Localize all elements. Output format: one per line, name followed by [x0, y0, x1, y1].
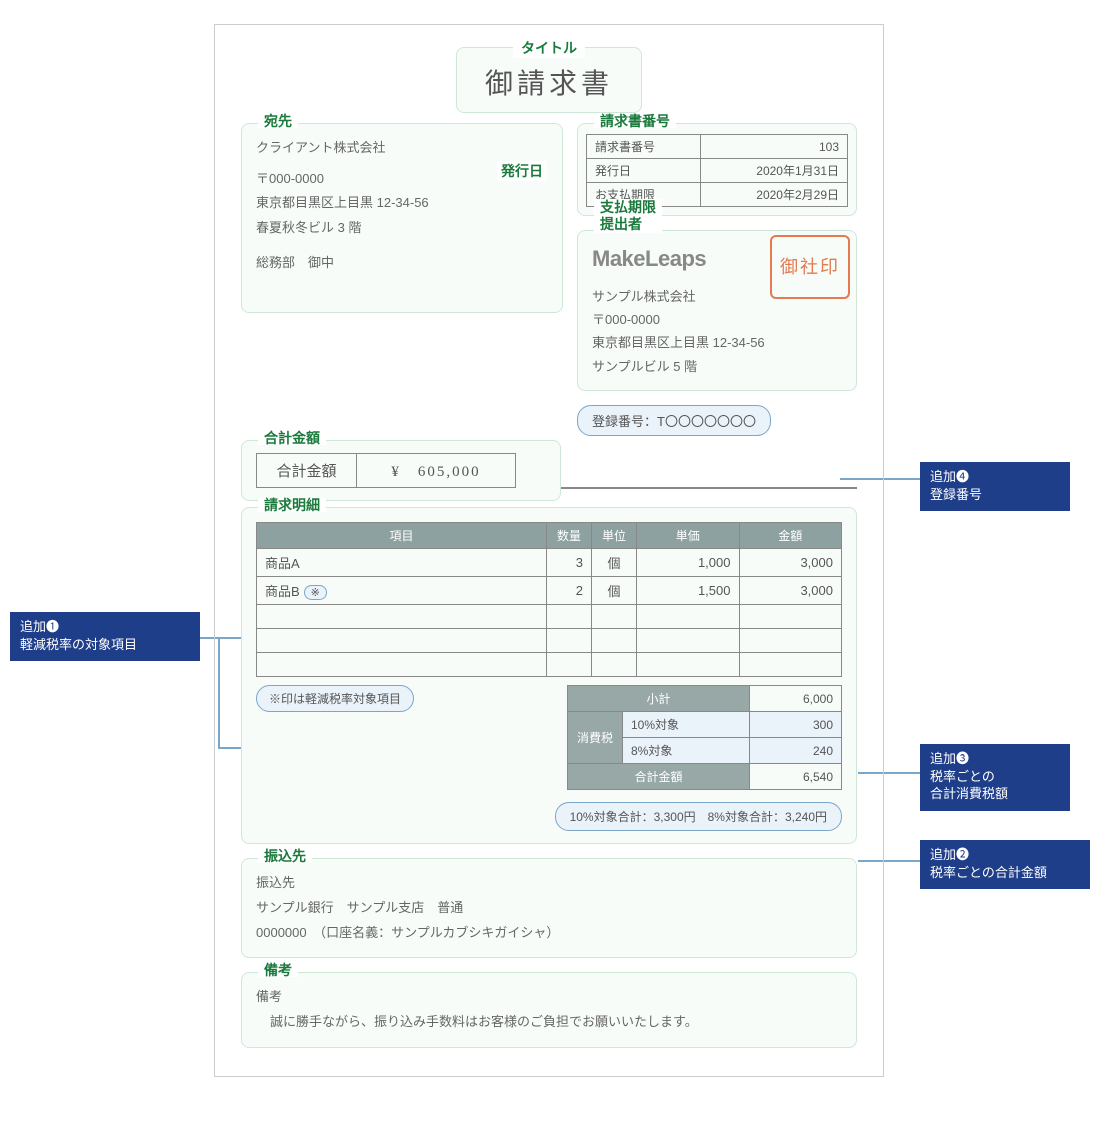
callout-1-title: 追加❶: [20, 619, 59, 634]
tax10-v: 300: [750, 712, 842, 738]
total-v: 6,540: [750, 764, 842, 790]
issuer-section: 支払期限 提出者 MakeLeaps 御社印 サンプル株式会社 〒000-000…: [577, 230, 857, 391]
rate-totals: 10%対象合計：3,300円 8%対象合計：3,240円: [555, 802, 842, 831]
tax8-v: 240: [750, 738, 842, 764]
remarks-body: 誠に勝手ながら、振り込み手数料はお客様のご負担でお願いいたします。: [256, 1010, 842, 1035]
col-qty: 数量: [547, 523, 592, 549]
recipient-attn: 総務部 御中: [256, 251, 548, 276]
col-amount: 金額: [739, 523, 842, 549]
bank-section: 振込先 振込先 サンプル銀行 サンプル支店 普通 0000000 （口座名義：サ…: [241, 858, 857, 958]
table-row: 商品B ※ 2 個 1,500 3,000: [257, 577, 842, 605]
recipient-company: クライアント株式会社: [256, 136, 548, 161]
company-stamp: 御社印: [770, 235, 850, 299]
item-qty: 2: [547, 577, 592, 605]
item-name: 商品B: [265, 584, 300, 599]
reduced-tax-note: ※印は軽減税率対象項目: [256, 685, 414, 712]
meta-k1: 発行日: [587, 159, 701, 183]
item-qty: 3: [547, 549, 592, 577]
tax8-k: 8%対象: [623, 738, 750, 764]
tax-label: 消費税: [568, 712, 623, 764]
table-row: [257, 629, 842, 653]
grand-total-label: 合計金額: [258, 431, 326, 445]
line-items-section: 請求明細 項目 数量 単位 単価 金額 商品A 3 個 1,000: [241, 507, 857, 844]
table-row: [257, 605, 842, 629]
callout-2-text: 税率ごとの合計金額: [930, 865, 1047, 880]
col-name: 項目: [257, 523, 547, 549]
tax10-k: 10%対象: [623, 712, 750, 738]
recipient-section-label: 宛先: [258, 114, 298, 128]
invoice-document: タイトル 御請求書 宛先 クライアント株式会社 〒000-0000 東京都目黒区…: [214, 24, 884, 1077]
bank-section-label: 振込先: [258, 849, 312, 863]
bank-line2: 0000000 （口座名義：サンプルカブシキガイシャ）: [256, 921, 842, 946]
meta-section-label: 請求書番号: [594, 114, 676, 128]
due-label: 支払期限: [600, 199, 656, 215]
document-title: 御請求書: [485, 62, 613, 102]
remarks-section-label: 備考: [258, 963, 298, 977]
bank-heading: 振込先: [256, 871, 842, 896]
callout-3: 追加❸ 税率ごとの 合計消費税額: [920, 744, 1070, 811]
title-section: タイトル 御請求書: [456, 47, 642, 113]
reduced-tax-mark: ※: [304, 585, 327, 600]
line-items-label: 請求明細: [258, 498, 326, 512]
grand-total-section: 合計金額 合計金額 ¥ 605,000: [241, 440, 561, 501]
total-k: 合計金額: [568, 764, 750, 790]
issuer-section-labels: 支払期限 提出者: [594, 199, 662, 233]
grand-total-v: ¥ 605,000: [357, 454, 516, 488]
remarks-heading: 備考: [256, 985, 842, 1010]
bank-line1: サンプル銀行 サンプル支店 普通: [256, 896, 842, 921]
subtotal-v: 6,000: [750, 686, 842, 712]
meta-v0: 103: [700, 135, 847, 159]
item-unit: 個: [592, 577, 637, 605]
registration-number: 登録番号：T〇〇〇〇〇〇〇: [577, 405, 771, 436]
callout-4-text: 登録番号: [930, 487, 982, 502]
remarks-section: 備考 備考 誠に勝手ながら、振り込み手数料はお客様のご負担でお願いいたします。: [241, 972, 857, 1047]
item-price: 1,500: [637, 577, 740, 605]
grand-total-k: 合計金額: [257, 454, 357, 488]
recipient-addr2: 春夏秋冬ビル 3 階: [256, 216, 548, 241]
meta-v1: 2020年1月31日: [700, 159, 847, 183]
callout-4: 追加❹ 登録番号: [920, 462, 1070, 511]
callout-4-title: 追加❹: [930, 469, 969, 484]
meta-v2: 2020年2月29日: [700, 183, 847, 207]
table-row: 商品A 3 個 1,000 3,000: [257, 549, 842, 577]
recipient-addr1: 東京都目黒区上目黒 12-34-56: [256, 191, 548, 216]
meta-k0: 請求書番号: [587, 135, 701, 159]
item-price: 1,000: [637, 549, 740, 577]
issue-date-side-label: 発行日: [497, 161, 547, 181]
callout-3-text: 税率ごとの: [930, 769, 995, 784]
subtotal-k: 小計: [568, 686, 750, 712]
callout-1: 追加❶ 軽減税率の対象項目: [10, 612, 200, 661]
issuer-addr1: 東京都目黒区上目黒 12-34-56: [592, 331, 842, 354]
callout-1-text: 軽減税率の対象項目: [20, 637, 137, 652]
recipient-section: 宛先 クライアント株式会社 〒000-0000 東京都目黒区上目黒 12-34-…: [241, 123, 563, 313]
item-name: 商品A: [265, 556, 300, 571]
issuer-label: 提出者: [600, 216, 642, 232]
title-section-label: タイトル: [513, 38, 585, 58]
issuer-postal: 〒000-0000: [592, 308, 842, 331]
item-amount: 3,000: [739, 577, 842, 605]
callout-3-title: 追加❸: [930, 751, 969, 766]
callout-2: 追加❷ 税率ごとの合計金額: [920, 840, 1090, 889]
item-amount: 3,000: [739, 549, 842, 577]
meta-table: 請求書番号103 発行日2020年1月31日 お支払期限2020年2月29日: [586, 134, 848, 207]
table-row: [257, 653, 842, 677]
totals-table: 小計 6,000 消費税 10%対象 300 8%対象 240: [567, 685, 842, 790]
col-unit: 単位: [592, 523, 637, 549]
issuer-addr2: サンプルビル 5 階: [592, 355, 842, 378]
col-price: 単価: [637, 523, 740, 549]
callout-2-title: 追加❷: [930, 847, 969, 862]
item-unit: 個: [592, 549, 637, 577]
line-items-table: 項目 数量 単位 単価 金額 商品A 3 個 1,000 3,000 商: [256, 522, 842, 677]
callout-3-text2: 合計消費税額: [930, 786, 1008, 801]
